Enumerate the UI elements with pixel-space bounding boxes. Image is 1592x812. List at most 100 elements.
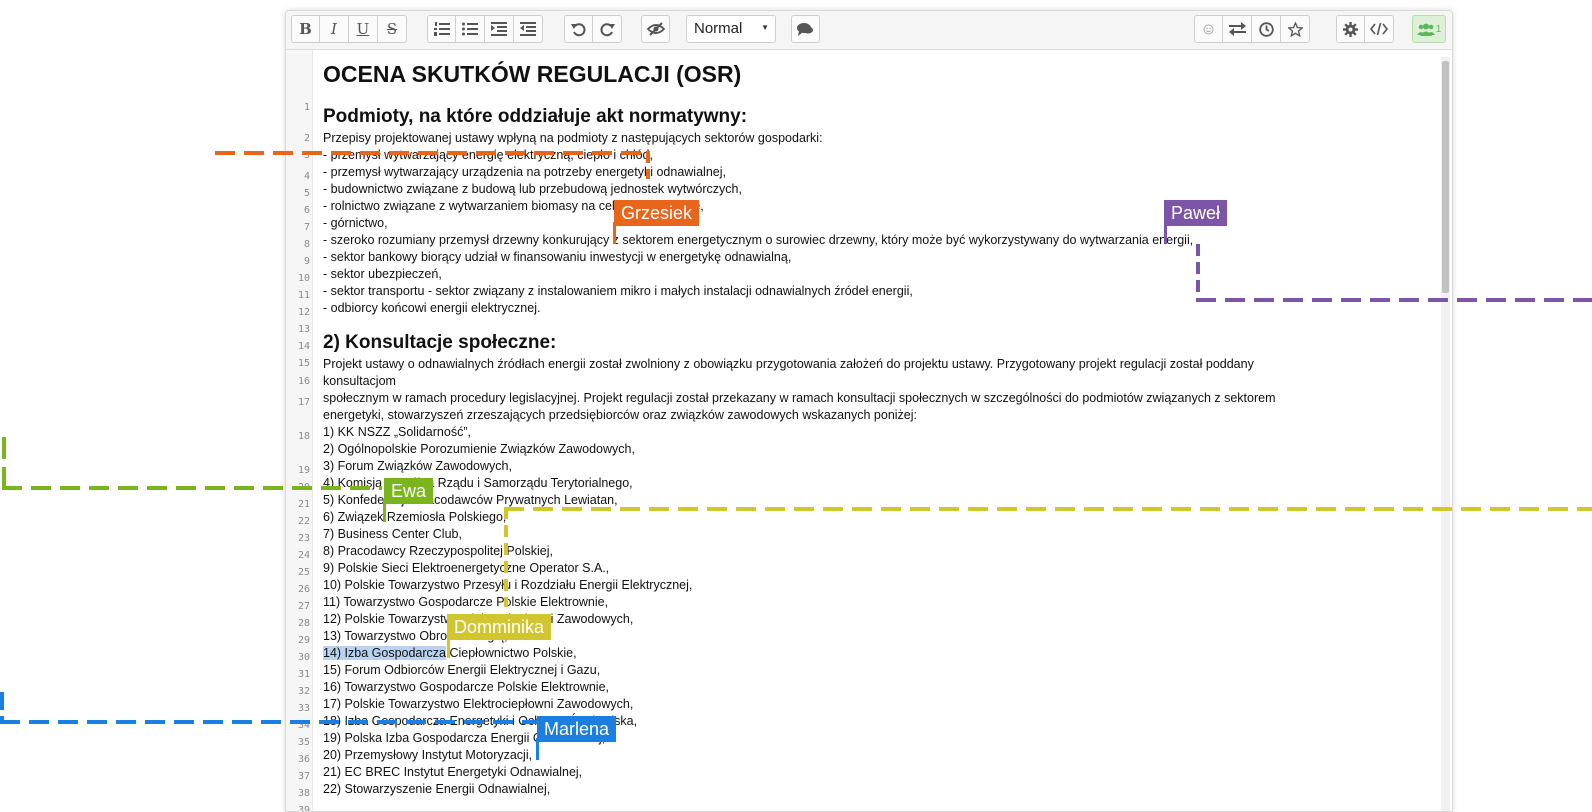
line-number: 18	[297, 431, 310, 442]
undo-button[interactable]	[564, 15, 593, 43]
list-group	[427, 15, 543, 43]
line-number: 9	[303, 256, 310, 267]
marlena-cursor-line	[0, 720, 538, 724]
line-number: 6	[303, 205, 310, 216]
gear-icon	[1343, 21, 1358, 37]
line-number: 11	[297, 290, 310, 301]
document-line: 6) Związek Rzemiosła Polskiego,	[323, 510, 507, 524]
document-line: 5) Konfederacja Pracodawców Prywatnych L…	[323, 493, 618, 507]
line-number: 5	[303, 188, 310, 199]
line-number: 19	[297, 465, 310, 476]
line-number: 2	[303, 133, 310, 144]
line-number: 39	[297, 805, 310, 812]
document-line: 2) Ogólnopolskie Porozumienie Związków Z…	[323, 442, 635, 456]
document-line: 9) Polskie Sieci Elektroenergetyczne Ope…	[323, 561, 610, 575]
line-number: 15	[297, 358, 310, 369]
italic-button[interactable]: I	[320, 15, 349, 43]
rich-text-editor: B I U S Normal ▼ 1 1 2 3 4 5 6 7 8 9 10 …	[285, 10, 1453, 812]
italic-icon: I	[331, 20, 337, 38]
line-number: 25	[297, 567, 310, 578]
line-number: 30	[297, 652, 310, 663]
document-line: 7) Business Center Club,	[323, 527, 462, 541]
editor-toolbar: B I U S Normal ▼ 1	[286, 11, 1452, 50]
star-icon	[1287, 21, 1303, 37]
document-line: 20) Przemysłowy Instytut Motoryzacji,	[323, 748, 533, 762]
paragraph-style-select[interactable]: Normal ▼	[686, 15, 776, 43]
document-line: - budownictwo związane z budową lub prze…	[323, 182, 742, 196]
line-number: 14	[297, 341, 310, 352]
comments-icon	[797, 23, 813, 36]
bold-button[interactable]: B	[291, 15, 320, 43]
document-line: - sektor ubezpieczeń,	[323, 267, 442, 281]
line-number: 10	[297, 273, 310, 284]
document-line-wrap: energetyki, stowarzyszeń zrzeszających p…	[323, 408, 918, 422]
online-users-button[interactable]: 1	[1412, 15, 1446, 43]
line-number: 16	[297, 376, 310, 387]
selected-text: 14) Izba Gospodarcza	[323, 646, 446, 660]
line-number: 37	[297, 771, 310, 782]
hide-button[interactable]	[641, 15, 670, 43]
line-text: Ciepłownictwo Polskie,	[446, 646, 577, 660]
users-icon	[1416, 23, 1435, 36]
ewa-cursor-line	[2, 486, 382, 490]
line-number-gutter: 1234567891011121314151617181920212223242…	[286, 50, 313, 812]
pawel-name-tag: Paweł	[1164, 200, 1228, 226]
document-line: społecznym w ramach procedury legislacyj…	[323, 391, 1276, 405]
grzesiek-cursor-line	[215, 151, 650, 155]
line-number: 38	[297, 788, 310, 799]
code-icon	[1370, 22, 1388, 36]
document-line: Projekt ustawy o odnawialnych źródłach e…	[323, 357, 1254, 371]
history-button[interactable]	[1252, 15, 1281, 43]
document-line: - sektor transportu - sektor związany z …	[323, 284, 913, 298]
caret-down-icon: ▼	[761, 23, 769, 32]
bold-icon: B	[299, 20, 312, 38]
document-line: 1) KK NSZZ „Solidarność”,	[323, 425, 471, 439]
indent-button[interactable]	[485, 15, 514, 43]
emoji-button[interactable]	[1194, 15, 1223, 43]
document-heading: 2) Konsultacje społeczne:	[323, 332, 557, 353]
ordered-list-icon	[433, 22, 450, 36]
document-line: - górnictwo,	[323, 216, 388, 230]
pawel-cursor-line	[1196, 298, 1592, 302]
line-number: 22	[297, 516, 310, 527]
outdent-button[interactable]	[514, 15, 543, 43]
visibility-group	[641, 15, 670, 43]
line-number: 32	[297, 686, 310, 697]
document-heading: Podmioty, na które oddziałuje akt normat…	[323, 106, 748, 127]
format-group: B I U S	[291, 15, 407, 43]
redo-icon	[599, 22, 615, 36]
document-line: 11) Towarzystwo Gospodarcze Polskie Elek…	[323, 595, 609, 609]
document-line: 22) Stowarzyszenie Energii Odnawialnej,	[323, 782, 551, 796]
compare-button[interactable]	[1223, 15, 1252, 43]
underline-button[interactable]: U	[349, 15, 378, 43]
undo-icon	[571, 22, 586, 36]
line-number: 33	[297, 703, 310, 714]
history-group	[564, 15, 622, 43]
ordered-list-button[interactable]	[427, 15, 456, 43]
favorite-button[interactable]	[1281, 15, 1310, 43]
strikethrough-button[interactable]: S	[378, 15, 407, 43]
settings-button[interactable]	[1336, 15, 1365, 43]
scrollbar-thumb[interactable]	[1442, 61, 1449, 293]
vertical-scrollbar[interactable]	[1441, 57, 1450, 811]
redo-button[interactable]	[593, 15, 622, 43]
document-line: - sektor bankowy biorący udział w finans…	[323, 250, 792, 264]
line-number: 21	[297, 499, 310, 510]
line-number: 29	[297, 635, 310, 646]
strikethrough-icon: S	[386, 20, 398, 38]
line-number: 7	[303, 222, 310, 233]
line-number: 12	[297, 307, 310, 318]
line-number: 28	[297, 618, 310, 629]
document-line: - odbiorcy końcowi energii elektrycznej.	[323, 301, 541, 315]
line-number: 36	[297, 754, 310, 765]
line-number: 24	[297, 550, 310, 561]
source-code-button[interactable]	[1365, 15, 1394, 43]
document-line: 21) EC BREC Instytut Energetyki Odnawial…	[323, 765, 583, 779]
unordered-list-button[interactable]	[456, 15, 485, 43]
comment-button[interactable]	[791, 15, 820, 43]
exchange-icon	[1228, 22, 1246, 36]
eye-slash-icon	[646, 22, 665, 36]
document-line: 8) Pracodawcy Rzeczypospolitej Polskiej,	[323, 544, 553, 558]
grzesiek-cursor-line	[646, 151, 650, 179]
line-number: 1	[303, 102, 310, 113]
